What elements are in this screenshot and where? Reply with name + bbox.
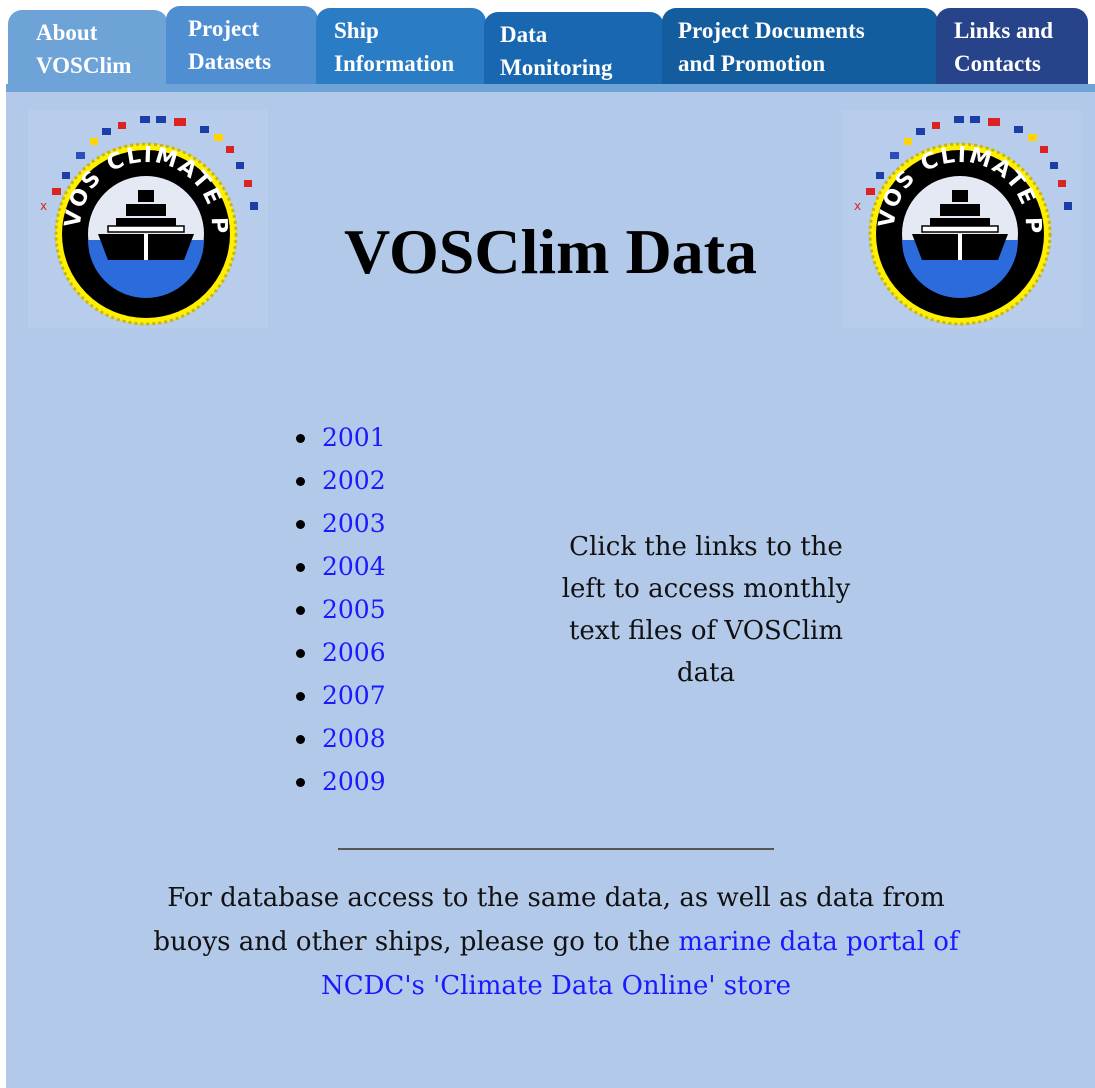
list-item: 2002 xyxy=(294,459,386,502)
year-link-2003[interactable]: 2003 xyxy=(322,509,386,538)
tab-label: Project xyxy=(188,16,260,41)
year-link-2004[interactable]: 2004 xyxy=(322,552,386,581)
tab-links-contacts[interactable]: Links and Contacts xyxy=(936,8,1088,88)
year-link-2009[interactable]: 2009 xyxy=(322,767,386,796)
footer-text: For database access to the same data, as… xyxy=(126,876,986,1008)
svg-text:x: x xyxy=(40,199,47,213)
divider xyxy=(338,848,774,850)
list-item: 2005 xyxy=(294,588,386,631)
page: About VOSClim Project Datasets Ship Info… xyxy=(0,0,1095,1088)
list-item: 2006 xyxy=(294,631,386,674)
tab-about-vosclim[interactable]: About VOSClim xyxy=(8,10,168,88)
tab-data-monitoring[interactable]: Data Monitoring xyxy=(484,12,664,88)
svg-text:x: x xyxy=(854,199,861,213)
tab-project-datasets[interactable]: Project Datasets xyxy=(166,6,318,86)
tab-label: Contacts xyxy=(954,51,1041,76)
tab-label: Links and xyxy=(954,18,1054,43)
tab-underline xyxy=(6,84,1095,92)
main-content: x VOS CLIMATE PROJECT xyxy=(6,92,1095,1088)
year-link-2005[interactable]: 2005 xyxy=(322,595,386,624)
year-link-2001[interactable]: 2001 xyxy=(322,423,386,452)
tab-label: About xyxy=(36,20,98,45)
list-item: 2009 xyxy=(294,760,386,803)
list-item: 2007 xyxy=(294,674,386,717)
year-link-list: 2001 2002 2003 2004 2005 2006 2007 2008 … xyxy=(294,416,386,803)
tab-label: Data xyxy=(500,22,548,47)
year-link-2006[interactable]: 2006 xyxy=(322,638,386,667)
list-item: 2003 xyxy=(294,502,386,545)
list-item: 2008 xyxy=(294,717,386,760)
tab-project-documents[interactable]: Project Documents and Promotion xyxy=(662,8,938,88)
tab-label: VOSClim xyxy=(36,53,132,78)
tab-label: Monitoring xyxy=(500,55,613,80)
tab-label: Ship xyxy=(334,18,379,43)
tab-label: Information xyxy=(334,51,455,76)
vos-climate-logo-right: x VOS CLIMATE PROJECT xyxy=(842,110,1082,328)
instructions-text: Click the links to the left to access mo… xyxy=(561,532,851,688)
tab-label: and Promotion xyxy=(678,51,826,76)
year-link-2002[interactable]: 2002 xyxy=(322,466,386,495)
tab-navigation: About VOSClim Project Datasets Ship Info… xyxy=(0,0,1095,92)
year-link-2008[interactable]: 2008 xyxy=(322,724,386,753)
list-item: 2004 xyxy=(294,545,386,588)
vos-climate-logo-icon: x VOS CLIMATE PROJECT xyxy=(842,110,1072,326)
list-item: 2001 xyxy=(294,416,386,459)
tab-ship-information[interactable]: Ship Information xyxy=(316,8,486,88)
tab-label: Datasets xyxy=(188,49,272,74)
tab-label: Project Documents xyxy=(678,18,865,43)
year-link-2007[interactable]: 2007 xyxy=(322,681,386,710)
